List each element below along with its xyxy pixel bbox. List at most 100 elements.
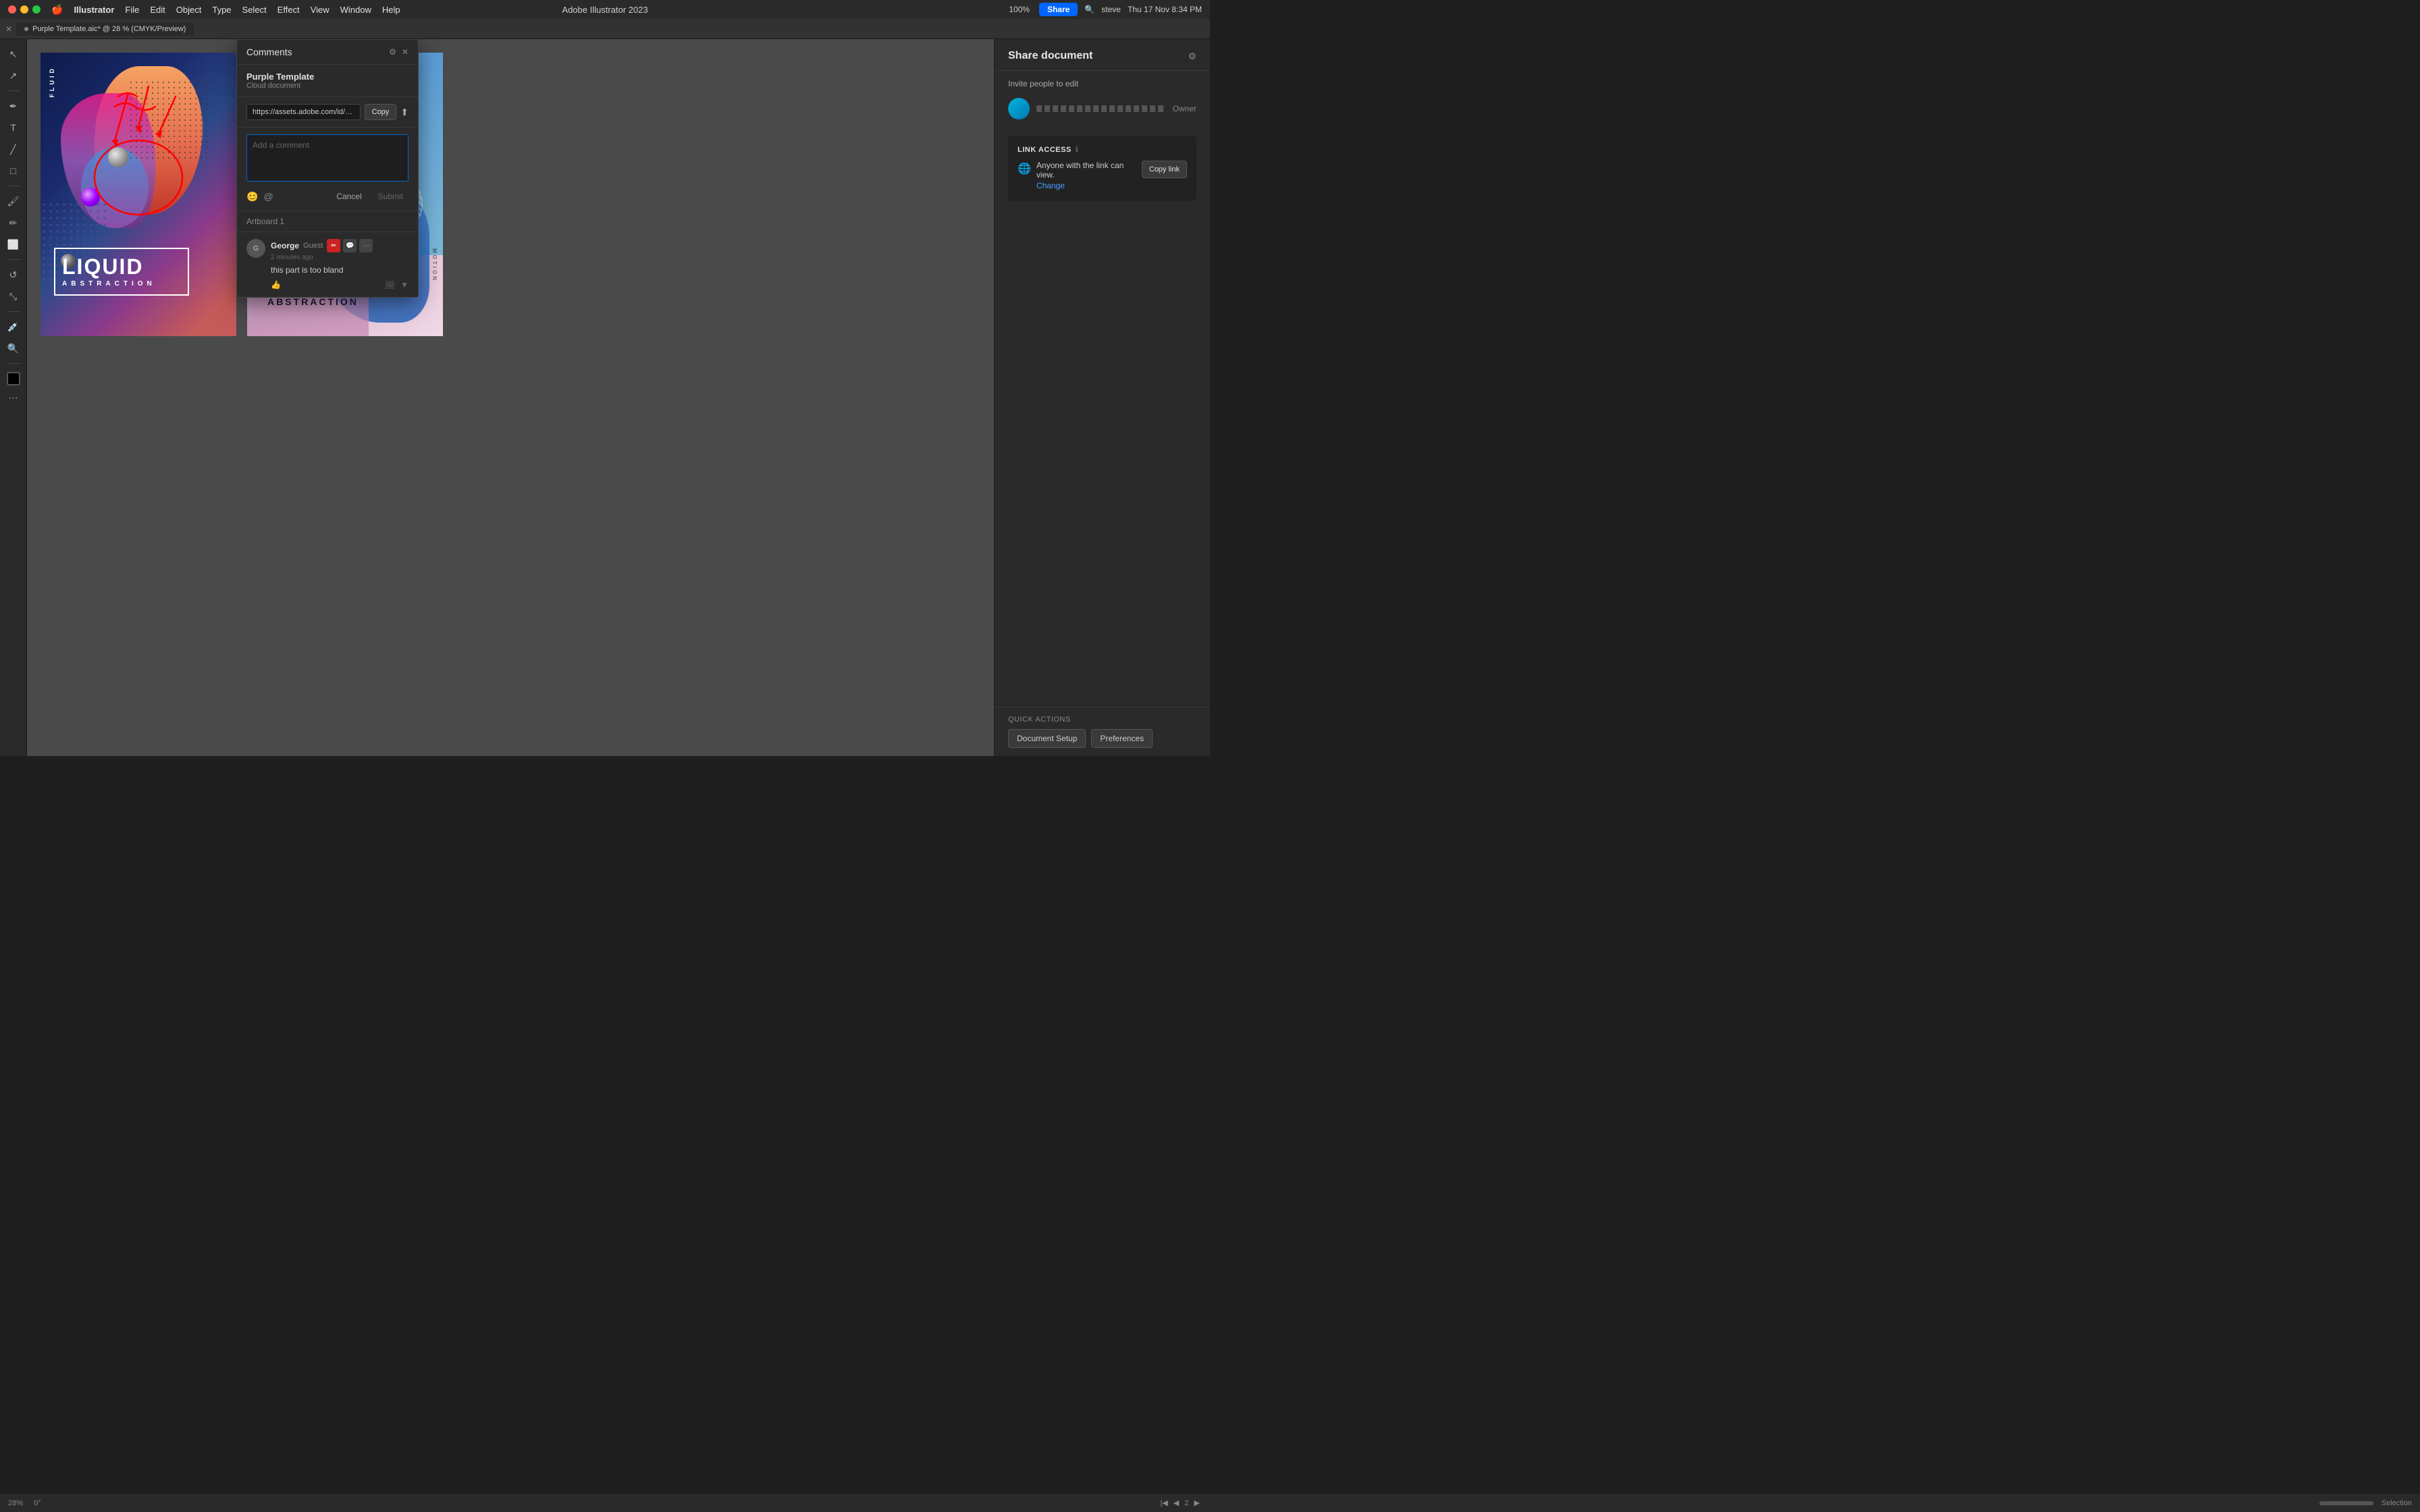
document-setup-button[interactable]: Document Setup	[1008, 729, 1086, 748]
edit-icon[interactable]: ✏	[327, 239, 340, 252]
link-access-left: 🌐 Anyone with the link can view. Change	[1018, 161, 1136, 192]
sphere-pink	[81, 188, 100, 207]
comments-panel: Comments ⚙ ✕ Purple Template Cloud docum…	[236, 39, 419, 298]
copy-link-button[interactable]: Copy link	[1142, 161, 1187, 178]
toolbar-separator-3	[7, 259, 20, 260]
pen-tool[interactable]: ✒	[4, 97, 23, 115]
fullscreen-button[interactable]	[32, 5, 41, 14]
menu-help[interactable]: Help	[382, 5, 400, 15]
quick-actions-label: Quick Actions	[1008, 716, 1196, 724]
mention-icon[interactable]: @	[263, 191, 273, 202]
eraser-tool[interactable]: ⬜	[4, 235, 23, 254]
comment-guest-badge: Guest	[303, 242, 323, 250]
tab-x-button[interactable]: ✕	[5, 24, 12, 34]
menu-view[interactable]: View	[311, 5, 330, 15]
share-url-row: Copy ⬆	[237, 97, 418, 128]
titlebar-right: 100% Share 🔍 steve Thu 17 Nov 8:34 PM	[1009, 3, 1202, 16]
tab-dot	[24, 27, 28, 31]
reply-icon[interactable]: 💬	[343, 239, 357, 252]
comment-footer-right: 🖼 ▼	[385, 280, 409, 290]
image-icon[interactable]: 🖼	[385, 280, 395, 290]
minimize-button[interactable]	[20, 5, 28, 14]
comment-meta: George Guest ✏ 💬 ⋯ 2 minutes ago	[271, 239, 409, 261]
share-header-button[interactable]: Share	[1039, 3, 1078, 16]
canvas-area[interactable]: FLUID LIQUID ABSTRACTION	[27, 39, 994, 756]
share-settings-icon[interactable]: ⚙	[1188, 51, 1196, 62]
comments-close-icon[interactable]: ✕	[402, 47, 409, 57]
right-panel: Share document ⚙ Invite people to edit O…	[994, 39, 1210, 756]
tab-label: Purple Template.aic* @ 28 % (CMYK/Previe…	[32, 25, 186, 33]
menu-object[interactable]: Object	[176, 5, 202, 15]
menu-effect[interactable]: Effect	[278, 5, 300, 15]
toolbar-separator-5	[7, 363, 20, 364]
rotate-tool[interactable]: ↺	[4, 265, 23, 284]
copy-url-button[interactable]: Copy	[365, 104, 397, 120]
submit-comment-button[interactable]: Submit	[373, 189, 409, 204]
menu-type[interactable]: Type	[212, 5, 231, 15]
document-tab[interactable]: Purple Template.aic* @ 28 % (CMYK/Previe…	[16, 22, 194, 36]
thumbs-up-icon[interactable]: 👍	[271, 280, 281, 290]
scrollbar[interactable]	[2319, 1501, 2373, 1505]
globe-icon: 🌐	[1018, 162, 1031, 176]
document-name: Purple Template	[246, 72, 409, 82]
menu-bar: File Edit Object Type Select Effect View…	[125, 5, 400, 15]
comments-settings-icon[interactable]: ⚙	[389, 47, 396, 57]
line-tool[interactable]: ╱	[4, 140, 23, 159]
selection-tool[interactable]: ↖	[4, 45, 23, 63]
menu-file[interactable]: File	[125, 5, 139, 15]
change-access-link[interactable]: Change	[1036, 181, 1065, 190]
more-icon[interactable]: ⋯	[359, 239, 373, 252]
preferences-button[interactable]: Preferences	[1091, 729, 1153, 748]
type-tool[interactable]: T	[4, 118, 23, 137]
tool-label: Selection	[2382, 1499, 2412, 1507]
comment-author: George	[271, 241, 299, 250]
comment-author-row: George Guest ✏ 💬 ⋯	[271, 239, 409, 252]
comments-panel-title: Comments	[246, 47, 292, 57]
menu-select[interactable]: Select	[242, 5, 267, 15]
share-link-icon[interactable]: ⬆	[400, 107, 409, 118]
info-icon[interactable]: ℹ	[1076, 145, 1078, 154]
eyedropper-tool[interactable]: 💉	[4, 317, 23, 336]
direct-selection-tool[interactable]: ↗	[4, 66, 23, 85]
dot-grid-top	[128, 80, 209, 161]
toolbar-separator-1	[7, 90, 20, 91]
cancel-comment-button[interactable]: Cancel	[331, 189, 367, 204]
spacer	[995, 212, 1210, 707]
filter-icon[interactable]: ▼	[400, 280, 409, 290]
apple-icon[interactable]: 🍎	[51, 4, 63, 16]
link-access-row: 🌐 Anyone with the link can view. Change …	[1018, 161, 1187, 192]
zoom-tool[interactable]: 🔍	[4, 339, 23, 358]
quick-actions-buttons: Document Setup Preferences	[1008, 729, 1196, 748]
status-left: 28% 0°	[8, 1499, 41, 1507]
scale-tool[interactable]: ⤡	[4, 287, 23, 306]
comment-item: G George Guest ✏ 💬 ⋯ 2	[237, 232, 418, 297]
prev-artboard-button[interactable]: |◀	[1160, 1498, 1167, 1507]
menu-edit[interactable]: Edit	[150, 5, 165, 15]
status-center: |◀ ◀ 2 ▶	[1160, 1498, 1199, 1507]
close-button[interactable]	[8, 5, 16, 14]
paintbrush-tool[interactable]: 🖌	[4, 192, 23, 211]
comment-textarea[interactable]	[246, 134, 409, 182]
status-right: Selection	[2319, 1499, 2412, 1507]
comment-timestamp: 2 minutes ago	[271, 254, 409, 261]
artboard-forward-button[interactable]: ▶	[1194, 1498, 1199, 1507]
left-toolbar: ↖ ↗ ✒ T ╱ □ 🖌 ✏ ⬜ ↺ ⤡ 💉 🔍 ⋯	[0, 39, 27, 756]
emoji-icon[interactable]: 😊	[246, 191, 258, 202]
artboard1-text-box: LIQUID ABSTRACTION	[54, 248, 189, 296]
menu-window[interactable]: Window	[340, 5, 371, 15]
zoom-status[interactable]: 28%	[8, 1499, 23, 1507]
artboard-number: 2	[1184, 1499, 1188, 1507]
datetime-label: Thu 17 Nov 8:34 PM	[1128, 5, 1202, 14]
pencil-tool[interactable]: ✏	[4, 213, 23, 232]
shape-tool[interactable]: □	[4, 161, 23, 180]
vertical-text-motion: MOTION	[431, 248, 438, 282]
comment-text: this part is too bland	[271, 265, 409, 275]
artboard-back-button[interactable]: ◀	[1174, 1498, 1179, 1507]
search-icon[interactable]: 🔍	[1084, 5, 1095, 14]
share-url-input[interactable]	[246, 104, 361, 120]
more-tools[interactable]: ⋯	[4, 388, 23, 407]
comment-submit-buttons: Cancel Submit	[331, 189, 409, 204]
commenter-avatar: G	[246, 239, 265, 258]
app-name[interactable]: Illustrator	[74, 5, 114, 15]
fill-color[interactable]	[7, 372, 20, 385]
